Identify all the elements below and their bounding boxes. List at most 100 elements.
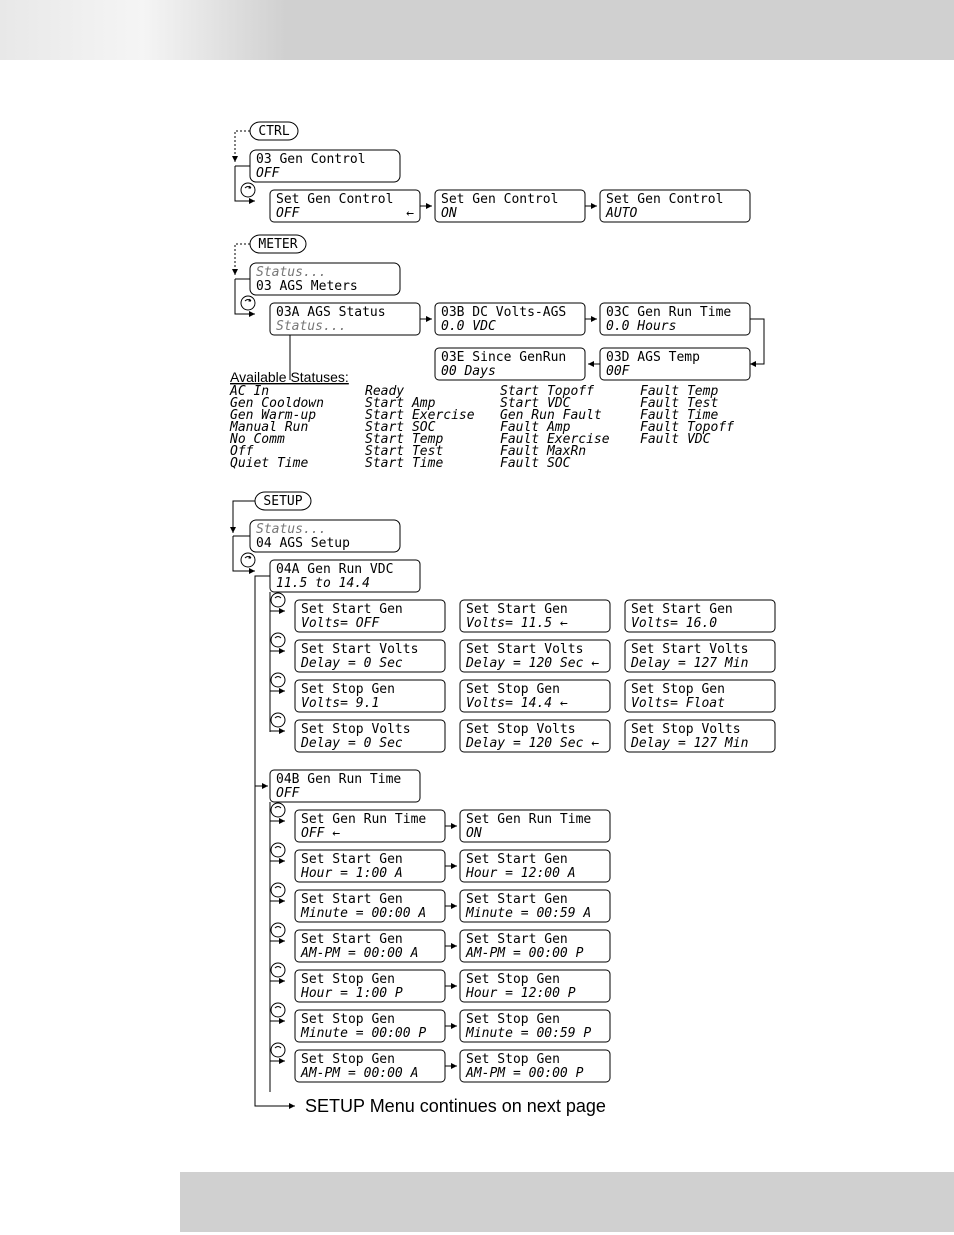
svg-text:AM-PM = 00:00 A: AM-PM = 00:00 A: [300, 946, 418, 961]
svg-text:Delay = 127 Min: Delay = 127 Min: [630, 656, 748, 671]
svg-text:Set Stop Gen: Set Stop Gen: [301, 972, 395, 987]
svg-text:ON: ON: [441, 206, 457, 221]
svg-text:Set Start Gen: Set Start Gen: [466, 602, 568, 617]
svg-text:Set Stop Gen: Set Stop Gen: [301, 1052, 395, 1067]
setup-04a-head: 04A Gen Run VDC 11.5 to 14.4: [270, 560, 420, 592]
svg-text:Set Start Gen: Set Start Gen: [466, 892, 568, 907]
svg-text:03 Gen Control: 03 Gen Control: [256, 152, 366, 167]
svg-text:00 Days: 00 Days: [441, 364, 496, 379]
svg-text:Set Start Volts: Set Start Volts: [466, 642, 583, 657]
svg-text:Set Stop Gen: Set Stop Gen: [466, 1052, 560, 1067]
svg-text:Minute = 00:59 A: Minute = 00:59 A: [465, 906, 591, 921]
svg-text:04B Gen Run Time: 04B Gen Run Time: [276, 772, 401, 787]
svg-text:Delay = 0 Sec: Delay = 0 Sec: [300, 736, 403, 751]
svg-text:AM-PM = 00:00 P: AM-PM = 00:00 P: [465, 1066, 584, 1081]
svg-text:Set Gen Control: Set Gen Control: [606, 192, 723, 207]
svg-text:Set Gen Run Time: Set Gen Run Time: [301, 812, 426, 827]
setup-menu-box: Status... 04 AGS Setup: [250, 520, 400, 552]
page-header-gradient: [0, 0, 954, 60]
knob-icon: [241, 183, 255, 197]
svg-text:Volts= 11.5 ←: Volts= 11.5 ←: [466, 616, 568, 631]
svg-text:OFF: OFF: [256, 166, 281, 181]
svg-text:Set Start Gen: Set Start Gen: [301, 932, 403, 947]
ctrl-row: Set Gen Control OFF ← Set Gen Control ON…: [270, 190, 750, 222]
svg-text:Delay = 127 Min: Delay = 127 Min: [630, 736, 748, 751]
available-statuses-label: Available Statuses:: [230, 369, 349, 385]
page-footer-bar: [180, 1172, 954, 1232]
svg-text:Delay = 120 Sec ←: Delay = 120 Sec ←: [465, 656, 599, 671]
setup-04a-rows: Set Start GenVolts= OFF Set Start GenVol…: [270, 592, 775, 752]
svg-text:Delay = 120 Sec ←: Delay = 120 Sec ←: [465, 736, 599, 751]
svg-text:Minute = 00:59 P: Minute = 00:59 P: [465, 1026, 591, 1041]
svg-text:AUTO: AUTO: [605, 206, 637, 221]
svg-text:OFF: OFF: [276, 786, 301, 801]
meter-pill: METER: [250, 235, 306, 253]
svg-text:Set Start Gen: Set Start Gen: [301, 852, 403, 867]
svg-text:04 AGS Setup: 04 AGS Setup: [256, 536, 350, 551]
diagram-container: CTRL 03 Gen Control OFF Set Gen Control …: [0, 120, 954, 1140]
svg-text:Set Start Volts: Set Start Volts: [301, 642, 418, 657]
svg-text:00F: 00F: [606, 364, 631, 379]
svg-text:Set Stop Volts: Set Stop Volts: [466, 722, 576, 737]
svg-text:Set Gen Control: Set Gen Control: [276, 192, 393, 207]
svg-text:Fault VDC: Fault VDC: [640, 432, 711, 447]
svg-text:Set Start Gen: Set Start Gen: [631, 602, 733, 617]
svg-text:OFF: OFF: [276, 206, 301, 221]
svg-text:Set Start Gen: Set Start Gen: [301, 602, 403, 617]
svg-text:11.5 to 14.4: 11.5 to 14.4: [276, 576, 370, 591]
svg-text:03E Since GenRun: 03E Since GenRun: [441, 350, 566, 365]
svg-text:Set Stop Gen: Set Stop Gen: [466, 1012, 560, 1027]
meter-row1: 03A AGS Status Status... 03B DC Volts-AG…: [270, 303, 750, 335]
svg-text:Start Time: Start Time: [365, 456, 443, 471]
svg-text:AM-PM = 00:00 A: AM-PM = 00:00 A: [300, 1066, 418, 1081]
svg-text:ON: ON: [466, 826, 482, 841]
svg-text:04A Gen Run VDC: 04A Gen Run VDC: [276, 562, 393, 577]
svg-text:03A AGS Status: 03A AGS Status: [276, 305, 386, 320]
svg-text:Set Stop Volts: Set Stop Volts: [301, 722, 411, 737]
svg-text:Set Start Gen: Set Start Gen: [466, 932, 568, 947]
svg-text:AM-PM = 00:00 P: AM-PM = 00:00 P: [465, 946, 584, 961]
svg-text:Set Stop Gen: Set Stop Gen: [466, 682, 560, 697]
svg-text:Volts= 9.1: Volts= 9.1: [301, 696, 379, 711]
ctrl-menu-box: 03 Gen Control OFF: [250, 150, 400, 182]
svg-text:Set Stop Gen: Set Stop Gen: [301, 682, 395, 697]
svg-text:03B DC Volts-AGS: 03B DC Volts-AGS: [441, 305, 566, 320]
svg-text:Set Start Volts: Set Start Volts: [631, 642, 748, 657]
svg-text:Status...: Status...: [276, 319, 346, 334]
svg-text:Set Stop Gen: Set Stop Gen: [301, 1012, 395, 1027]
svg-text:Volts= 14.4 ←: Volts= 14.4 ←: [466, 696, 568, 711]
svg-text:Hour = 1:00 P: Hour = 1:00 P: [300, 986, 403, 1001]
svg-text:Volts= Float: Volts= Float: [631, 696, 725, 711]
svg-text:0.0 Hours: 0.0 Hours: [606, 319, 676, 334]
svg-text:Set Gen Control: Set Gen Control: [441, 192, 558, 207]
ctrl-title: CTRL: [258, 124, 289, 139]
svg-text:Set Gen Run Time: Set Gen Run Time: [466, 812, 591, 827]
svg-text:METER: METER: [258, 237, 297, 252]
svg-text:03D AGS Temp: 03D AGS Temp: [606, 350, 700, 365]
status-list: AC In Gen Cooldown Gen Warm-up Manual Ru…: [229, 384, 734, 471]
svg-text:Set Start Gen: Set Start Gen: [466, 852, 568, 867]
svg-text:Hour = 1:00 A: Hour = 1:00 A: [300, 866, 403, 881]
svg-text:Set Stop Volts: Set Stop Volts: [631, 722, 741, 737]
ctrl-pill: CTRL: [250, 122, 298, 140]
setup-04b-rows: Set Gen Run TimeOFF ← Set Gen Run TimeON…: [270, 802, 610, 1092]
svg-text:Volts= OFF: Volts= OFF: [301, 616, 380, 631]
svg-text:0.0 VDC: 0.0 VDC: [441, 319, 496, 334]
svg-text:Hour = 12:00 A: Hour = 12:00 A: [465, 866, 576, 881]
svg-text:Set Start Gen: Set Start Gen: [301, 892, 403, 907]
setup-continue-text: SETUP Menu continues on next page: [305, 1096, 606, 1116]
svg-text:Set Stop Gen: Set Stop Gen: [466, 972, 560, 987]
svg-text:Quiet Time: Quiet Time: [230, 456, 308, 471]
svg-text:Delay = 0 Sec: Delay = 0 Sec: [300, 656, 403, 671]
svg-text:03 AGS Meters: 03 AGS Meters: [256, 279, 358, 294]
svg-text:←: ←: [406, 206, 414, 221]
svg-text:03C Gen Run Time: 03C Gen Run Time: [606, 305, 731, 320]
svg-text:Fault SOC: Fault SOC: [500, 456, 571, 471]
svg-text:Set Stop Gen: Set Stop Gen: [631, 682, 725, 697]
menu-flow-diagram: CTRL 03 Gen Control OFF Set Gen Control …: [200, 120, 840, 1140]
svg-text:OFF ←: OFF ←: [301, 826, 340, 841]
svg-text:Minute = 00:00 P: Minute = 00:00 P: [300, 1026, 426, 1041]
svg-text:Status...: Status...: [256, 265, 326, 280]
knob-icon: [241, 296, 255, 310]
meter-menu-box: Status... 03 AGS Meters: [250, 263, 400, 295]
